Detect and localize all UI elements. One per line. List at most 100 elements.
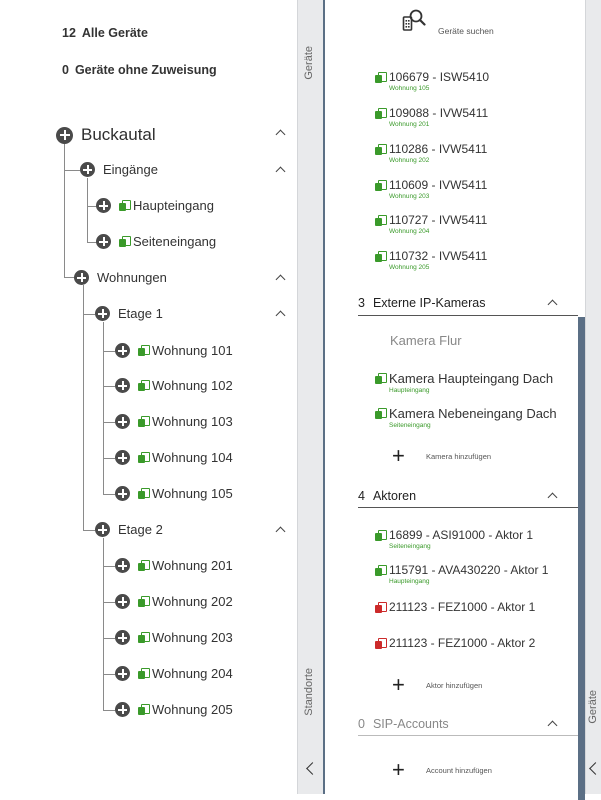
- expand-icon[interactable]: [115, 450, 130, 465]
- device-online-icon: [375, 107, 387, 119]
- tree-node-label: Wohnung 201: [152, 558, 233, 573]
- tree-node-floor-1[interactable]: Etage 1: [95, 306, 163, 321]
- camera-item[interactable]: Kamera Nebeneingang Dach Seiteneingang: [375, 406, 557, 429]
- chevron-up-icon[interactable]: [275, 129, 286, 140]
- all-devices-link[interactable]: 12 Alle Geräte: [62, 26, 148, 40]
- tree-line: [103, 351, 115, 352]
- actor-location: Haupteingang: [389, 578, 430, 585]
- tree-node-apartment[interactable]: Wohnung 205: [115, 702, 233, 717]
- add-actor-button[interactable]: + Aktor hinzufügen: [392, 674, 482, 696]
- actor-name: 211123 - FEZ1000 - Aktor 1: [389, 600, 536, 614]
- expand-icon[interactable]: [115, 343, 130, 358]
- add-camera-label: Kamera hinzufügen: [426, 451, 492, 461]
- device-item[interactable]: 109088 - IVW5411 Wohnung 201: [375, 106, 488, 128]
- tree-node-apartment[interactable]: Wohnung 203: [115, 630, 233, 645]
- expand-icon[interactable]: [96, 198, 111, 213]
- chevron-up-icon[interactable]: [275, 310, 286, 321]
- section-count: 0: [358, 717, 365, 731]
- device-icon: [138, 452, 150, 463]
- actor-item[interactable]: 16899 - ASI91000 - Aktor 1 Seiteneingang: [375, 528, 533, 550]
- plus-icon: +: [392, 757, 405, 782]
- tree-node-apartments[interactable]: Wohnungen: [74, 270, 167, 285]
- tree-node-apartment[interactable]: Wohnung 204: [115, 666, 233, 681]
- expand-icon[interactable]: [115, 630, 130, 645]
- tree-node-apartment[interactable]: Wohnung 201: [115, 558, 233, 573]
- tree-node-entrances[interactable]: Eingänge: [80, 162, 158, 177]
- expand-icon[interactable]: [115, 666, 130, 681]
- camera-location: Seiteneingang: [389, 422, 431, 429]
- expand-icon[interactable]: [115, 702, 130, 717]
- device-name: 110609 - IVW5411: [389, 178, 488, 192]
- section-cameras-header[interactable]: 3 Externe IP-Kameras: [358, 296, 486, 310]
- chevron-up-icon[interactable]: [275, 274, 286, 285]
- tree-node-apartment[interactable]: Wohnung 105: [115, 486, 233, 501]
- actor-item[interactable]: 211123 - FEZ1000 - Aktor 2: [375, 636, 535, 650]
- actor-item[interactable]: 211123 - FEZ1000 - Aktor 1: [375, 600, 535, 614]
- device-icon: [138, 345, 150, 356]
- camera-location: Haupteingang: [389, 387, 430, 394]
- device-offline-icon: [375, 601, 387, 613]
- device-offline-icon: [375, 637, 387, 649]
- expand-icon[interactable]: [96, 234, 111, 249]
- device-icon: [138, 380, 150, 391]
- search-devices-label[interactable]: Geräte suchen: [438, 26, 494, 36]
- device-name: 110732 - IVW5411: [389, 249, 488, 263]
- collapse-icon[interactable]: [306, 762, 319, 775]
- tree-line: [103, 566, 115, 567]
- expand-icon[interactable]: [115, 378, 130, 393]
- device-item[interactable]: 110727 - IVW5411 Wohnung 204: [375, 213, 487, 235]
- tree-node-apartment[interactable]: Wohnung 202: [115, 594, 233, 609]
- device-item[interactable]: 110609 - IVW5411 Wohnung 203: [375, 178, 487, 200]
- section-sip-header[interactable]: 0 SIP-Accounts: [358, 717, 449, 731]
- tree-line: [103, 458, 115, 459]
- tree-line: [103, 710, 115, 711]
- scrollbar-thumb[interactable]: [578, 317, 585, 800]
- expand-icon[interactable]: [95, 306, 110, 321]
- add-camera-button[interactable]: + Kamera hinzufügen: [392, 445, 491, 467]
- tree-node-root[interactable]: Buckautal: [56, 125, 156, 145]
- device-item[interactable]: 110286 - IVW5411 Wohnung 202: [375, 142, 487, 164]
- section-count: 4: [358, 489, 365, 503]
- tree-node-apartment[interactable]: Wohnung 102: [115, 378, 233, 393]
- expand-icon[interactable]: [56, 126, 73, 144]
- tree-node-label: Wohnung 204: [152, 666, 233, 681]
- tab-devices-right[interactable]: Geräte: [587, 690, 599, 724]
- actor-item[interactable]: 115791 - AVA430220 - Aktor 1 Haupteingan…: [375, 563, 548, 585]
- section-actors-header[interactable]: 4 Aktoren: [358, 489, 416, 503]
- tree-node-side-entrance[interactable]: Seiteneingang: [96, 234, 216, 249]
- tree-node-label: Wohnung 101: [152, 343, 233, 358]
- tab-devices[interactable]: Geräte: [303, 46, 315, 80]
- actor-name: 211123 - FEZ1000 - Aktor 2: [389, 636, 536, 650]
- tab-locations[interactable]: Standorte: [303, 668, 315, 716]
- device-search-icon[interactable]: [402, 8, 426, 32]
- tree-line: [103, 422, 115, 423]
- tree-node-main-entrance[interactable]: Haupteingang: [96, 198, 214, 213]
- device-item[interactable]: 106679 - ISW5410 Wohnung 105: [375, 70, 489, 92]
- device-icon: [138, 488, 150, 499]
- camera-item[interactable]: Kamera Haupteingang Dach Haupteingang: [375, 371, 553, 394]
- tree-node-label: Wohnung 102: [152, 378, 233, 393]
- tree-node-apartment[interactable]: Wohnung 101: [115, 343, 233, 358]
- section-title: Aktoren: [372, 489, 417, 503]
- add-account-button[interactable]: + Account hinzufügen: [392, 759, 492, 781]
- device-icon: [138, 704, 150, 715]
- actor-name: 16899 - ASI91000 - Aktor 1: [389, 528, 534, 542]
- expand-icon[interactable]: [115, 594, 130, 609]
- collapse-icon[interactable]: [589, 762, 601, 775]
- tree-node-apartment[interactable]: Wohnung 103: [115, 414, 233, 429]
- expand-icon[interactable]: [115, 486, 130, 501]
- expand-icon[interactable]: [80, 162, 95, 177]
- actor-name: 115791 - AVA430220 - Aktor 1: [389, 563, 549, 577]
- expand-icon[interactable]: [115, 414, 130, 429]
- camera-unassigned[interactable]: Kamera Flur: [390, 333, 462, 348]
- unassigned-devices-link[interactable]: 0 Geräte ohne Zuweisung: [62, 63, 217, 77]
- chevron-up-icon[interactable]: [275, 526, 286, 537]
- chevron-up-icon[interactable]: [275, 166, 286, 177]
- expand-icon[interactable]: [95, 522, 110, 537]
- tree-node-apartment[interactable]: Wohnung 104: [115, 450, 233, 465]
- tree-node-floor-2[interactable]: Etage 2: [95, 522, 163, 537]
- tree-line: [103, 602, 115, 603]
- device-item[interactable]: 110732 - IVW5411 Wohnung 205: [375, 249, 487, 271]
- expand-icon[interactable]: [115, 558, 130, 573]
- expand-icon[interactable]: [74, 270, 89, 285]
